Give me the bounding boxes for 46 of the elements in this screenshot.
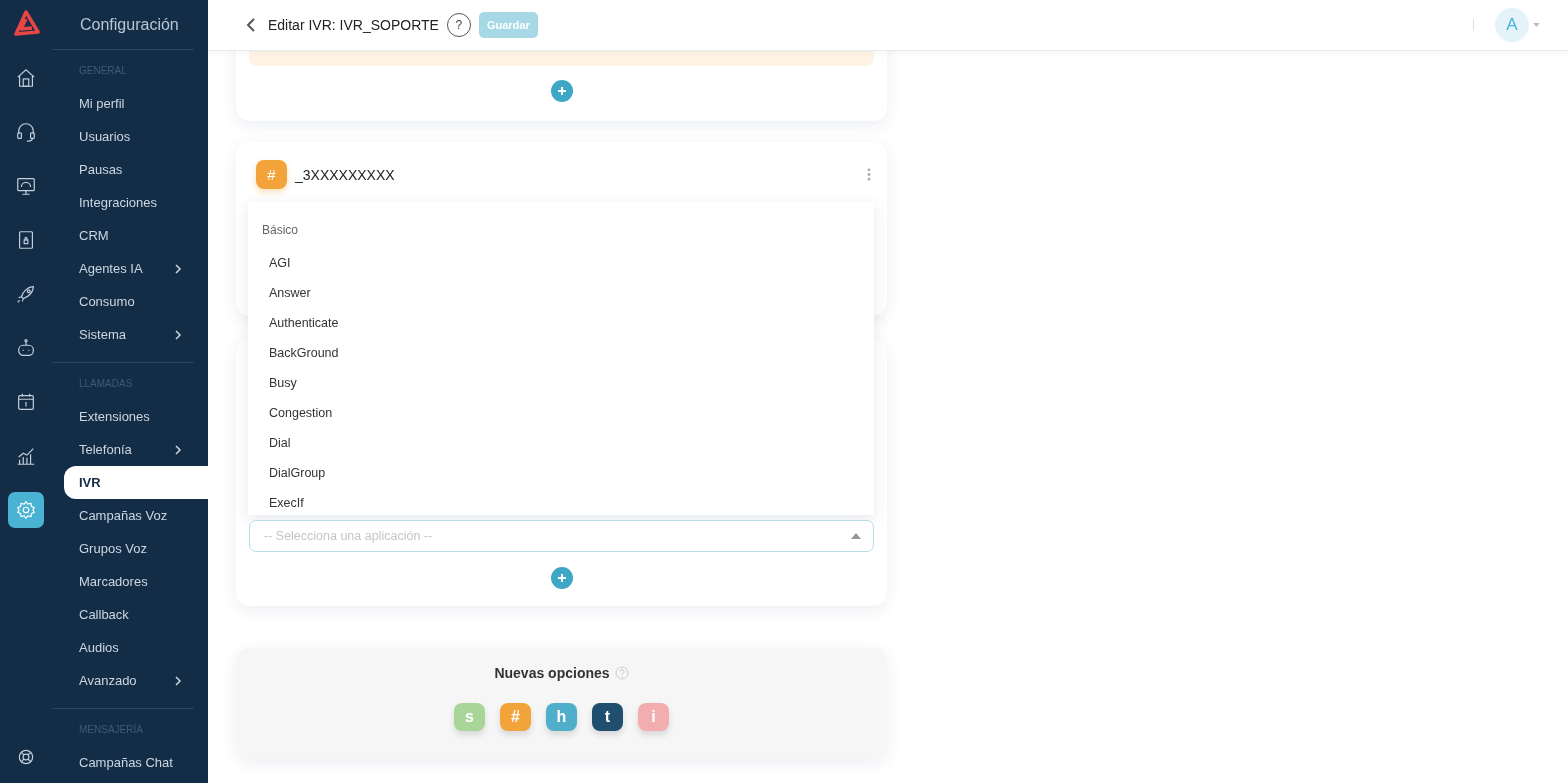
lifebuoy-icon[interactable] (16, 747, 36, 767)
sidebar-item[interactable]: Marcadores (52, 565, 208, 598)
plus-icon (555, 85, 568, 97)
add-button[interactable] (550, 80, 573, 102)
sidebar-title: Configuración (79, 15, 180, 35)
plus-icon (555, 572, 568, 584)
sidebar-item[interactable]: Consumo (52, 285, 208, 318)
divider-line (1473, 19, 1474, 31)
sidebar-item[interactable]: Mi perfil (52, 87, 208, 120)
application-select[interactable]: -- Selecciona una aplicación -- (249, 520, 874, 552)
dropdown-option[interactable]: Authenticate (248, 308, 874, 338)
sidebar-item[interactable]: Pausas (52, 153, 208, 186)
group-heading: Básico (261, 222, 300, 239)
sidebar-item[interactable]: Campañas Voz (52, 499, 208, 532)
option-title: _3XXXXXXXXX (295, 166, 395, 183)
section-title: Nuevas opciones (494, 665, 610, 681)
dropdown-option[interactable]: Congestion (248, 398, 874, 428)
dropdown-option[interactable]: Busy (248, 368, 874, 398)
sidebar-item[interactable]: Callback (52, 598, 208, 631)
help-button[interactable]: ? (446, 13, 471, 37)
sidebar-item[interactable]: Avanzado (52, 664, 208, 697)
sidebar-item[interactable]: Grupos Voz (52, 532, 208, 565)
caret-icon (851, 533, 861, 539)
dropdown-option[interactable]: DialGroup (248, 458, 874, 488)
sidebar-item[interactable]: Sistema (52, 318, 208, 351)
option-type-button[interactable]: t (592, 703, 623, 731)
sidebar-item[interactable]: IVR (64, 466, 208, 499)
sidebar-item[interactable]: Extensiones (52, 400, 208, 433)
dropdown-option[interactable]: Answer (248, 278, 874, 308)
dropdown-option[interactable]: AGI (248, 248, 874, 278)
hash-badge: # (256, 160, 287, 189)
sidebar-item[interactable]: Agentes IA (52, 252, 208, 285)
dropdown-option[interactable]: Dial (248, 428, 874, 458)
sidebar-item[interactable]: Telefonía (52, 433, 208, 466)
settings-icon[interactable] (8, 492, 44, 528)
add-button[interactable] (550, 567, 573, 589)
sidebar-item[interactable]: CRM (52, 219, 208, 252)
sidebar-item[interactable]: Audios (52, 631, 208, 664)
logo-icon[interactable] (12, 10, 40, 36)
dropdown-option[interactable]: ExecIf (248, 488, 874, 515)
sidebar-item[interactable]: Integraciones (52, 186, 208, 219)
page-title: Editar IVR: IVR_SOPORTE (268, 17, 439, 33)
back-icon[interactable] (246, 17, 256, 33)
sidebar-item[interactable]: Campañas Chat (52, 746, 208, 779)
sidebar-item[interactable]: Usuarios (52, 120, 208, 153)
dropdown-option[interactable]: BackGround (248, 338, 874, 368)
